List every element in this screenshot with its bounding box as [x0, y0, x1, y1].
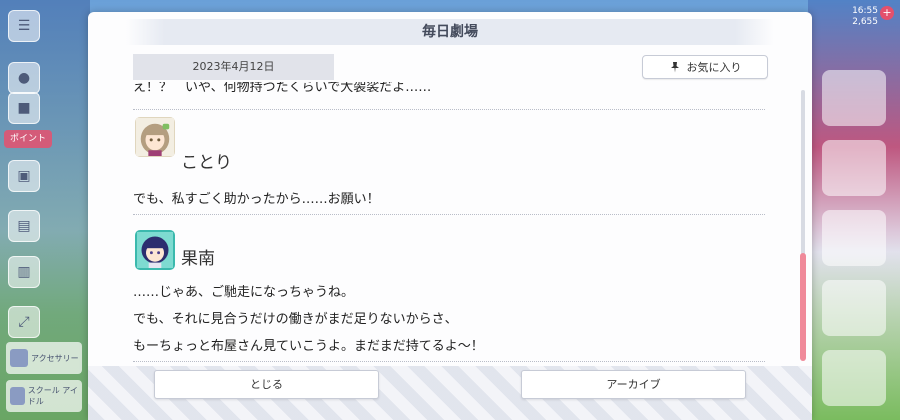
right-tile[interactable] [822, 70, 886, 126]
right-tile[interactable] [822, 140, 886, 196]
pin-icon [670, 62, 679, 73]
right-tile[interactable] [822, 280, 886, 336]
top-info-count: 2,655 [852, 17, 878, 27]
side-chip-school-idol[interactable]: スクール アイドル [6, 380, 82, 412]
dialogue-line: ……じゃあ、ご馳走になっちゃうね。 [133, 285, 355, 300]
archive-button[interactable]: アーカイブ [521, 370, 746, 399]
separator [133, 361, 765, 362]
side-chip-label: アクセサリー [31, 353, 79, 363]
separator [133, 214, 765, 215]
side-chip-label: スクール アイドル [27, 386, 78, 406]
avatar-kotori [135, 117, 175, 157]
expand-icon[interactable]: ⤢ [8, 306, 40, 338]
speaker-name: ことり [181, 153, 232, 173]
dialogue-line: でも、私すごく助かったから……お願い！ [133, 192, 380, 207]
trophy-icon[interactable]: ▥ [8, 256, 40, 288]
avatar-kanan [135, 230, 175, 270]
side-chip-accessory[interactable]: アクセサリー [6, 342, 82, 374]
close-button[interactable]: とじる [154, 370, 379, 399]
date-label: 2023年4月12日 [133, 54, 334, 80]
favorite-label: お気に入り [686, 61, 742, 74]
side-label[interactable]: ポイント [4, 130, 53, 148]
scrollbar-thumb[interactable] [800, 253, 806, 361]
dialogue-line: でも、それに見合うだけの働きがまだ足りないからさ、 [133, 312, 458, 327]
gift-icon[interactable]: ▣ [8, 160, 40, 192]
right-tile[interactable] [822, 350, 886, 406]
dialog-title: 毎日劇場 [422, 24, 478, 40]
add-icon[interactable]: + [880, 6, 894, 20]
truncated-line: え！？ いや、何物持つたくらいで大袈裟だよ…… [133, 82, 432, 95]
menu-icon[interactable]: ☰ [8, 10, 40, 42]
speaker-name: 果南 [181, 249, 215, 269]
screen-icon[interactable]: ▤ [8, 210, 40, 242]
sidebar-button[interactable]: ■ [8, 92, 40, 124]
favorite-button[interactable]: お気に入り [642, 55, 768, 79]
right-tile[interactable] [822, 210, 886, 266]
idol-icon [10, 387, 25, 405]
dialogue-line: もーちょっと布屋さん見ていこうよ。まだまだ持てるよ～！ [133, 339, 484, 354]
top-info-time: 16:55 [852, 6, 878, 16]
chat-icon[interactable]: ● [8, 62, 40, 94]
daily-theater-dialog: 毎日劇場 2023年4月12日 お気に入り え！？ いや、何物持つたくらいで大袈… [88, 12, 812, 420]
separator [133, 109, 765, 110]
accessory-icon [10, 349, 28, 367]
script-content[interactable]: え！？ いや、何物持つたくらいで大袈裟だよ…… ことり でも、私すごく助かったか… [133, 82, 765, 364]
